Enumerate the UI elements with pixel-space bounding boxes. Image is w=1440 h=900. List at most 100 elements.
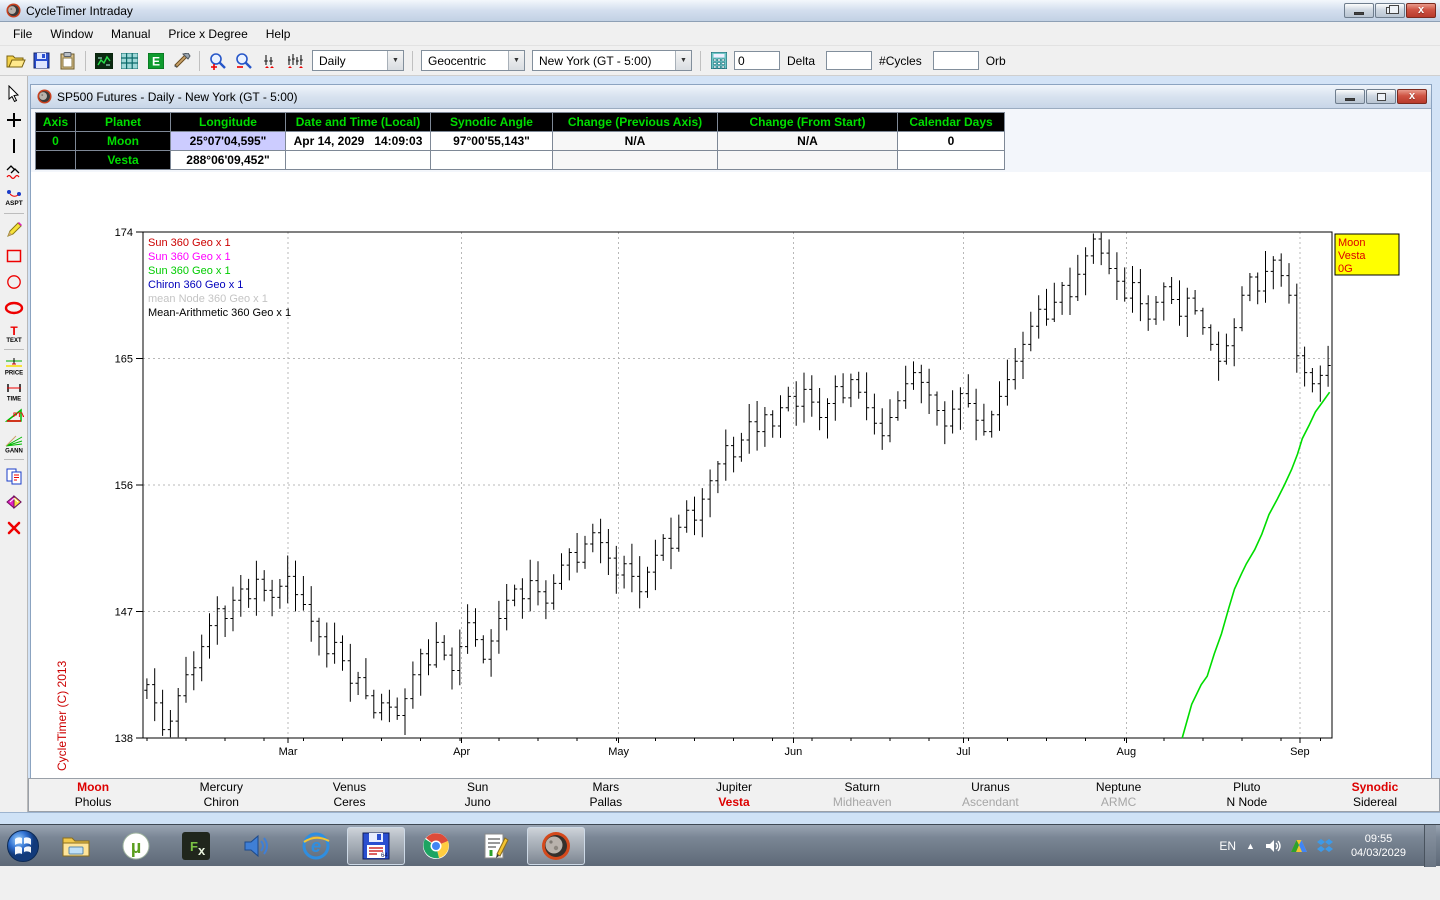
restore-button[interactable] <box>1375 3 1405 18</box>
delete-tool-button[interactable] <box>1 515 27 540</box>
menu-manual[interactable]: Manual <box>102 24 159 44</box>
taskbar-icon-fxg[interactable]: Fx <box>167 827 225 865</box>
datetime-value <box>286 151 431 170</box>
chart-view-button[interactable] <box>91 49 116 73</box>
price-tool-button[interactable]: PRICE <box>1 353 27 378</box>
text-tool-button[interactable]: TTEXT <box>1 321 27 346</box>
svg-text:0G: 0G <box>1338 263 1353 275</box>
cycles-input[interactable] <box>826 51 872 70</box>
chevron-down-icon[interactable]: ▼ <box>387 51 403 70</box>
child-close-button[interactable]: x <box>1397 89 1427 104</box>
save-button[interactable] <box>29 49 54 73</box>
period-combobox[interactable]: Daily ▼ <box>312 50 404 71</box>
zoom-in-button[interactable] <box>205 49 230 73</box>
zoom-out-button[interactable] <box>231 49 256 73</box>
app-icon <box>6 3 21 18</box>
tray-dropbox-icon[interactable] <box>1317 839 1333 853</box>
chevron-down-icon[interactable]: ▼ <box>508 51 524 70</box>
taskbar-icon-cycletimer[interactable] <box>527 827 585 865</box>
language-indicator[interactable]: EN <box>1219 839 1236 853</box>
clock[interactable]: 09:55 04/03/2029 <box>1343 832 1414 860</box>
tray-volume-icon[interactable] <box>1265 839 1281 853</box>
taskbar-icon-floppy-app[interactable]: 64 <box>347 827 405 865</box>
taskbar-icon-ie[interactable]: e <box>287 827 345 865</box>
svg-text:x: x <box>198 843 206 858</box>
child-minimize-button[interactable] <box>1335 89 1365 104</box>
grid-view-button[interactable] <box>117 49 142 73</box>
menu-price-x-degree[interactable]: Price x Degree <box>159 24 256 44</box>
gann-tool-button[interactable]: GANN <box>1 431 27 456</box>
tray-drive-icon[interactable] <box>1291 839 1307 853</box>
planet-col-moon[interactable]: Moon Pholus <box>29 779 157 811</box>
windows-orb-icon <box>6 829 40 863</box>
col-calendar-days: Calendar Days <box>898 113 1005 132</box>
circle-tool-button[interactable] <box>1 269 27 294</box>
time-tool-button[interactable]: TIME <box>1 379 27 404</box>
aspect-tool-button[interactable]: ASPT <box>1 185 27 210</box>
svg-text:Vesta: Vesta <box>1338 250 1366 262</box>
orb-input[interactable] <box>933 51 979 70</box>
vertical-line-tool-button[interactable] <box>1 133 27 158</box>
copy-tool-button[interactable] <box>1 463 27 488</box>
cycles-label: #Cycles <box>875 54 930 68</box>
planet-col-venus[interactable]: Venus Ceres <box>285 779 413 811</box>
ephemeris-button[interactable]: E <box>143 49 168 73</box>
price-chart[interactable]: 138147156165174MarAprMayJunJulAugSepSun … <box>31 172 1431 788</box>
taskbar-icon-volume-app[interactable] <box>227 827 285 865</box>
planet-col-sun[interactable]: Sun Juno <box>414 779 542 811</box>
planet-col-uranus[interactable]: Uranus Ascendant <box>926 779 1054 811</box>
longitude-value[interactable]: 25°07'04,595" <box>171 132 286 151</box>
change-start-value: N/A <box>718 132 898 151</box>
minimize-button[interactable] <box>1344 3 1374 18</box>
coord-system-combobox[interactable]: Geocentric ▼ <box>421 50 525 71</box>
drawing-toolbar: ASPT TTEXT PRICE TIME PTV GANN <box>0 76 28 812</box>
taskbar-icon-editor[interactable] <box>467 827 525 865</box>
menu-help[interactable]: Help <box>257 24 300 44</box>
taskbar-icon-explorer[interactable] <box>47 827 105 865</box>
planet-col-saturn[interactable]: Saturn Midheaven <box>798 779 926 811</box>
active-bodies-box[interactable]: MoonVesta0G <box>1335 234 1399 275</box>
svg-text:ASPT: ASPT <box>5 200 22 207</box>
settings-tools-button[interactable] <box>169 49 194 73</box>
zigzag-tool-button[interactable] <box>1 159 27 184</box>
expand-bars-button[interactable] <box>283 49 308 73</box>
svg-text:Moon: Moon <box>1338 237 1366 249</box>
taskbar-icon-utorrent[interactable]: µ <box>107 827 165 865</box>
start-button[interactable] <box>0 825 46 867</box>
svg-text:T: T <box>10 324 18 338</box>
taskbar-icon-chrome[interactable] <box>407 827 465 865</box>
calculator-button[interactable] <box>706 49 731 73</box>
longitude-value[interactable]: 288°06'09,452" <box>171 151 286 170</box>
planet-col-mars[interactable]: Mars Pallas <box>542 779 670 811</box>
svg-text:Chiron 360 Geo x 1: Chiron 360 Geo x 1 <box>148 279 243 291</box>
planet-name: Vesta <box>76 151 171 170</box>
show-desktop-button[interactable] <box>1424 825 1436 867</box>
open-button[interactable] <box>3 49 28 73</box>
show-hidden-icons-button[interactable]: ▲ <box>1246 841 1255 851</box>
planet-col-neptune[interactable]: Neptune ARMC <box>1055 779 1183 811</box>
planet-col-synodic[interactable]: Synodic Sidereal <box>1311 779 1439 811</box>
chevron-down-icon[interactable]: ▼ <box>675 51 691 70</box>
ellipse-tool-button[interactable] <box>1 295 27 320</box>
svg-text:E: E <box>151 54 159 68</box>
delta-label: Delta <box>783 54 823 68</box>
pointer-tool-button[interactable] <box>1 81 27 106</box>
rectangle-tool-button[interactable] <box>1 243 27 268</box>
planet-col-jupiter[interactable]: Jupiter Vesta <box>670 779 798 811</box>
svg-text:Sun 360 Geo x 1: Sun 360 Geo x 1 <box>148 237 231 249</box>
pencil-tool-button[interactable] <box>1 217 27 242</box>
delta-input[interactable] <box>734 51 780 70</box>
location-combobox[interactable]: New York (GT - 5:00) ▼ <box>532 50 692 71</box>
crosshair-tool-button[interactable] <box>1 107 27 132</box>
ptv-tool-button[interactable]: PTV <box>1 405 27 430</box>
clipboard-button[interactable] <box>55 49 80 73</box>
menubar: File Window Manual Price x Degree Help <box>0 22 1440 46</box>
planet-col-pluto[interactable]: Pluto N Node <box>1183 779 1311 811</box>
menu-window[interactable]: Window <box>41 24 102 44</box>
planet-col-mercury[interactable]: Mercury Chiron <box>157 779 285 811</box>
menu-file[interactable]: File <box>4 24 41 44</box>
child-maximize-button[interactable] <box>1366 89 1396 104</box>
close-button[interactable]: x <box>1406 3 1436 18</box>
ephemeris-book-button[interactable] <box>1 489 27 514</box>
compress-bars-button[interactable] <box>257 49 282 73</box>
